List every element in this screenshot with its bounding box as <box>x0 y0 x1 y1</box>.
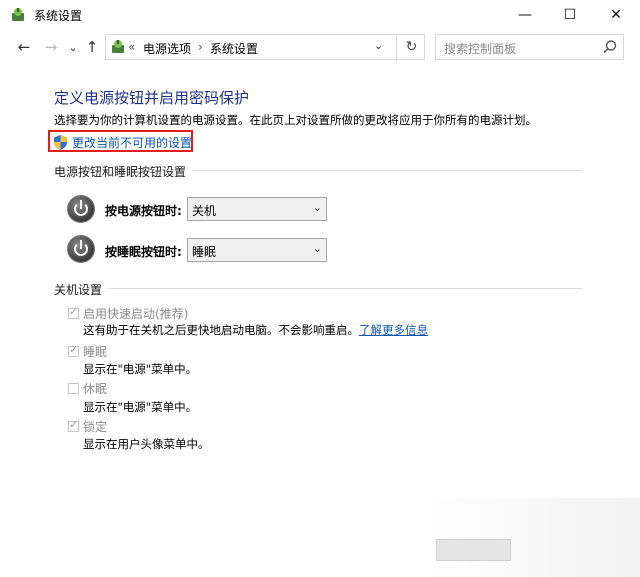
chevron-down-icon: ⌄ <box>312 201 322 214</box>
hibernate-option-description: 显示在"电源"菜单中。 <box>83 400 198 414</box>
system-settings-window: 系统设置 — ☐ ✕ ← → ⌄ ↑ « 电源选项 › 系统设置 ⌄ ↻ 搜索控… <box>0 0 640 577</box>
lock-checkbox[interactable]: ✓ <box>68 418 79 432</box>
minimize-button[interactable]: — <box>502 0 548 30</box>
breadcrumb-power-options[interactable]: 电源选项 <box>143 40 191 57</box>
hibernate-checkbox[interactable] <box>68 383 79 394</box>
fast-startup-description-text: 这有助于在关机之后更快地启动电脑。不会影响重启。 <box>83 323 359 337</box>
breadcrumb-separator: › <box>198 40 203 54</box>
learn-more-link[interactable]: 了解更多信息 <box>359 323 428 337</box>
search-icon[interactable] <box>602 39 618 55</box>
checkmark-icon: ✓ <box>69 305 79 318</box>
checkmark-icon: ✓ <box>69 343 79 356</box>
title-bar: 系统设置 — ☐ ✕ <box>0 0 640 30</box>
search-box[interactable]: 搜索控制面板 <box>435 34 624 60</box>
sleep-checkbox[interactable]: ✓ <box>68 343 79 357</box>
page-title: 定义电源按钮并启用密码保护 <box>54 89 250 107</box>
change-unavailable-settings-link[interactable]: 更改当前不可用的设置 <box>48 130 193 152</box>
sleep-button-selected-value: 睡眠 <box>192 245 217 259</box>
address-bar[interactable]: « 电源选项 › 系统设置 ⌄ ↻ <box>105 34 425 60</box>
section-divider <box>108 288 582 289</box>
power-button-action-select[interactable]: 关机 ⌄ <box>187 197 327 221</box>
chevron-down-icon: ⌄ <box>312 242 322 255</box>
sleep-button-label: 按睡眠按钮时: <box>105 245 182 259</box>
breadcrumb-overflow[interactable]: « <box>128 40 135 54</box>
power-options-app-icon <box>12 8 24 21</box>
search-placeholder: 搜索控制面板 <box>444 42 517 56</box>
sleep-button-icon <box>68 236 94 262</box>
power-button-label: 按电源按钮时: <box>105 204 182 218</box>
window-title: 系统设置 <box>34 9 83 23</box>
close-button[interactable]: ✕ <box>593 0 639 30</box>
recent-locations-button[interactable]: ⌄ <box>63 36 83 58</box>
lock-option-label: 锁定 <box>83 420 108 434</box>
save-changes-button[interactable] <box>436 539 511 561</box>
up-button[interactable]: ↑ <box>82 36 102 58</box>
maximize-button[interactable]: ☐ <box>547 0 593 30</box>
address-history-dropdown[interactable]: ⌄ <box>374 39 383 52</box>
fast-startup-description: 这有助于在关机之后更快地启动电脑。不会影响重启。了解更多信息 <box>83 322 428 338</box>
forward-button[interactable]: → <box>41 36 61 58</box>
breadcrumb-system-settings[interactable]: 系统设置 <box>210 40 258 57</box>
control-panel-location-icon <box>112 40 124 53</box>
sleep-option-label: 睡眠 <box>83 345 108 359</box>
sleep-button-action-select[interactable]: 睡眠 ⌄ <box>187 238 327 262</box>
checkmark-icon: ✓ <box>69 418 79 431</box>
back-button[interactable]: ← <box>14 36 34 58</box>
sleep-option-description: 显示在"电源"菜单中。 <box>83 362 198 376</box>
page-description: 选择要为你的计算机设置的电源设置。在此页上对设置所做的更改将应用于你所有的电源计… <box>54 113 537 127</box>
fast-startup-label: 启用快速启动(推荐) <box>83 307 189 321</box>
section-divider <box>192 170 582 171</box>
refresh-button[interactable]: ↻ <box>396 35 426 59</box>
power-button-icon <box>68 196 94 222</box>
change-settings-link-text[interactable]: 更改当前不可用的设置 <box>72 134 192 151</box>
hibernate-option-label: 休眠 <box>83 382 108 396</box>
shutdown-section-title: 关机设置 <box>54 283 103 297</box>
watermark-overlay <box>430 498 640 577</box>
fast-startup-checkbox[interactable]: ✓ <box>68 305 79 319</box>
power-buttons-section-title: 电源按钮和睡眠按钮设置 <box>54 165 187 179</box>
lock-option-description: 显示在用户头像菜单中。 <box>83 437 210 451</box>
power-button-selected-value: 关机 <box>192 204 217 218</box>
uac-shield-icon <box>54 135 67 150</box>
